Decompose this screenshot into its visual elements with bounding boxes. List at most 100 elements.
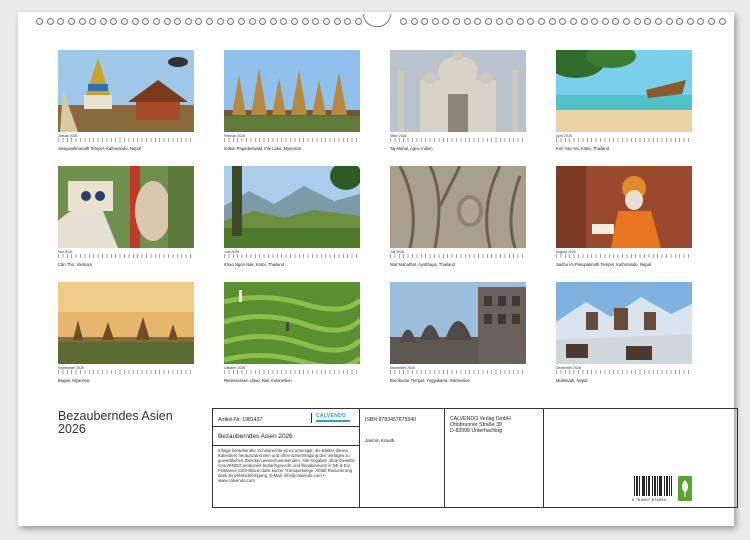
binding-hole <box>410 18 418 25</box>
day-strip <box>390 138 526 142</box>
logo-text: CALVENDO <box>316 413 347 419</box>
photo-caption: Muktinath, Nepal <box>556 378 588 383</box>
publisher-city: D-82008 Unterhaching <box>450 428 503 434</box>
binding-hole <box>686 18 694 25</box>
binding-hole <box>453 18 460 25</box>
binding-hole <box>227 18 235 25</box>
photo-caption: Taj Mahal, Agra, Indien <box>390 146 433 151</box>
binding-hole <box>354 18 362 25</box>
binding-hole <box>527 18 535 25</box>
barcode-number: 9 783457 675540 <box>632 497 667 502</box>
info-col-barcode: 9 783457 675540 <box>544 409 737 507</box>
day-strip <box>224 138 360 142</box>
month-photo <box>390 166 526 248</box>
month-photo <box>58 50 194 132</box>
info-col-isbn: ISBN 9783457675540 Jasmin Krauth <box>360 409 445 507</box>
binding-hole <box>506 18 514 25</box>
photo-caption: Sadhu im Pasupatinath Tempel, Kathmandu,… <box>556 262 651 267</box>
binding-hole <box>665 18 673 25</box>
day-strip <box>58 370 194 374</box>
binding-hole <box>495 18 503 25</box>
month-card: Dezember 2026 Muktinath, Nepal <box>556 282 692 394</box>
month-photo <box>556 282 692 364</box>
month-card: Januar 2026 Swayambhunath Tempel, Kathman… <box>58 50 194 162</box>
binding-hole <box>697 18 705 25</box>
binding-hole <box>89 18 97 25</box>
binding-hole <box>301 18 309 25</box>
binding-hole <box>174 18 182 25</box>
binding-hole <box>601 18 609 25</box>
binding-hole <box>591 18 599 25</box>
day-strip <box>556 138 692 142</box>
month-card: April 2026 Koh Yao Yai, Krabi, Thailand <box>556 50 692 162</box>
binding-hole <box>559 18 567 25</box>
day-strip <box>390 254 526 258</box>
month-photo <box>390 282 526 364</box>
month-card: Juli 2026 Wat Mahathat, Ayutthaya, Thaila… <box>390 166 526 278</box>
binding-hole <box>142 18 150 25</box>
binding-hole <box>708 18 715 25</box>
month-photo <box>224 166 360 248</box>
photo-caption: Indein Pagodenwald, Inle Lake, Myanmar <box>224 146 302 151</box>
binding-hole <box>291 18 298 25</box>
photo-caption: Cần Thơ, Vietnam <box>58 262 93 267</box>
photo-caption: Reisterassen Ubud, Bali, Indonesien <box>224 378 292 383</box>
day-strip <box>556 254 692 258</box>
month-photo <box>58 166 194 248</box>
binding-hole <box>110 18 118 25</box>
binding-hole <box>163 18 171 25</box>
calvendo-logo: CALVENDO <box>311 413 356 423</box>
binding-hole <box>184 18 192 25</box>
binding-hole <box>333 18 341 25</box>
product-name: Bezauberndes Asien 2026 <box>218 433 293 440</box>
month-card: November 2026 Borobudur Tempel, Yogyakart… <box>390 282 526 394</box>
day-strip <box>58 138 194 142</box>
binding-hole <box>548 18 556 25</box>
binding-hole <box>399 18 407 25</box>
binding-hole <box>237 18 245 25</box>
binding-hole <box>654 18 662 25</box>
binding-hole <box>442 18 450 25</box>
binding-hole <box>421 18 429 25</box>
day-strip <box>224 370 360 374</box>
month-grid: Januar 2026 Swayambhunath Tempel, Kathman… <box>58 50 702 398</box>
photo-caption: Swayambhunath Tempel, Kathmandu, Nepal <box>58 146 141 151</box>
binding-hole <box>538 18 545 25</box>
binding-hole <box>431 18 439 25</box>
binding-hole <box>463 18 471 25</box>
binding-hole <box>344 18 352 25</box>
binding-hole <box>312 18 320 25</box>
binding-hole <box>131 18 139 25</box>
calendar-title: Bezauberndes Asien 2026 <box>58 410 173 436</box>
month-photo <box>58 282 194 364</box>
binding-hole <box>152 18 160 25</box>
photo-caption: Bagan, Myanmar <box>58 378 90 383</box>
month-card: Februar 2026 Indein Pagodenwald, Inle Lak… <box>224 50 360 162</box>
photo-caption: Wat Mahathat, Ayutthaya, Thailand <box>390 262 455 267</box>
title-line-2: 2026 <box>58 422 86 436</box>
isbn: ISBN 9783457675540 <box>365 417 417 423</box>
binding-hole <box>718 18 726 25</box>
photo-caption: Koh Yao Yai, Krabi, Thailand <box>556 146 609 151</box>
binding-hole <box>67 18 75 25</box>
author: Jasmin Krauth <box>365 438 395 443</box>
binding-hole <box>36 18 43 25</box>
binding-hole <box>569 18 577 25</box>
info-col-publisher: CALVENDO Verlag GmbH Ottobrunner Straße … <box>445 409 544 507</box>
barcode <box>634 476 672 496</box>
fsc-logo <box>678 476 692 501</box>
binding-hole <box>121 18 128 25</box>
binding-hole <box>99 18 107 25</box>
month-photo <box>556 166 692 248</box>
month-photo <box>224 50 360 132</box>
binding-hole <box>322 18 330 25</box>
binding-hole <box>269 18 277 25</box>
calendar-page: Januar 2026 Swayambhunath Tempel, Kathman… <box>18 12 738 526</box>
binding-hole <box>676 18 684 25</box>
binding-hole <box>580 18 588 25</box>
binding-hole <box>259 18 267 25</box>
month-photo <box>390 50 526 132</box>
binding-hole <box>216 18 224 25</box>
month-card: September 2026 Bagan, Myanmar <box>58 282 194 394</box>
binding-hole <box>644 18 652 25</box>
